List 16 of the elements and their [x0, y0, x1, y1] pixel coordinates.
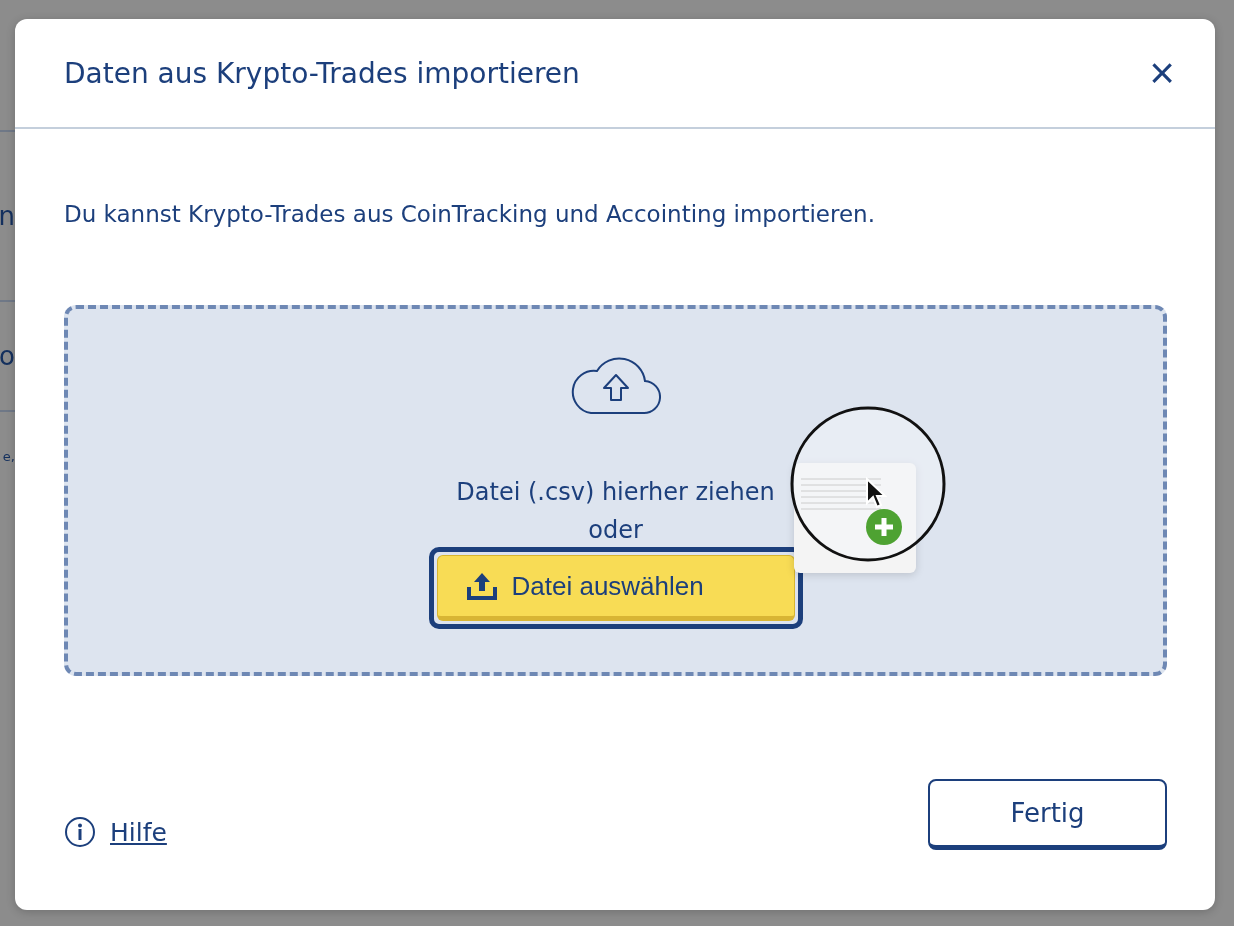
close-button[interactable]: ×: [1145, 51, 1179, 95]
info-icon: [64, 816, 96, 848]
cursor-icon: [865, 477, 887, 509]
background-text: o: [0, 341, 15, 371]
upload-icon: [465, 571, 498, 601]
description-text: Du kannst Krypto-Trades aus CoinTracking und Accointing importieren.: [64, 201, 876, 227]
background-text: e,: [2, 448, 15, 464]
choose-file-button[interactable]: Datei auswählen: [428, 547, 803, 629]
help-link[interactable]: Hilfe: [110, 817, 167, 847]
plus-icon: [865, 508, 903, 546]
done-button[interactable]: Fertig: [928, 779, 1167, 850]
drop-zone[interactable]: Datei (.csv) hierher ziehen oder Datei auswählen: [64, 305, 1167, 676]
or-text: oder: [588, 515, 643, 545]
dialog-title: Daten aus Krypto-Trades importieren: [64, 56, 580, 90]
background-text: n: [0, 201, 15, 231]
drop-hint-text: Datei (.csv) hierher ziehen: [456, 477, 775, 508]
